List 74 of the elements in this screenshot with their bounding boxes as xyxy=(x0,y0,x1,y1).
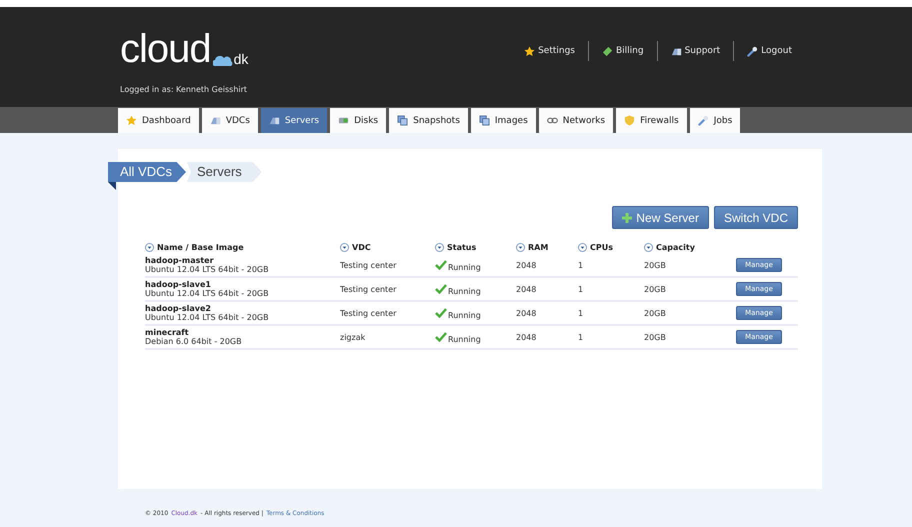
nav-tab[interactable]: Disks xyxy=(330,108,386,133)
table-cell-text: zigzak xyxy=(340,332,366,342)
cloud-icon xyxy=(212,56,233,66)
sort-icon[interactable] xyxy=(145,242,154,252)
table-cell-text: 20GB xyxy=(644,260,667,270)
table-cell-text: Testing center xyxy=(340,284,398,294)
status-text: Running xyxy=(448,263,481,272)
server-name: hadoop-slave2 xyxy=(145,304,212,313)
server-name: minecraft xyxy=(145,328,190,337)
server-name: hadoop-slave1 xyxy=(145,280,212,289)
nav-tab[interactable]: Networks xyxy=(538,108,614,133)
sort-icon[interactable] xyxy=(578,242,587,252)
server-name: hadoop-master xyxy=(145,256,215,265)
header-link[interactable]: Logout xyxy=(733,41,805,61)
column-header: Capacity xyxy=(656,242,695,252)
table-cell-text: 1 xyxy=(578,308,584,318)
windows-icon xyxy=(478,115,490,126)
nav-tab[interactable]: Firewalls xyxy=(616,108,687,133)
check-icon xyxy=(435,308,447,318)
status-text: Running xyxy=(448,287,481,296)
table-cell-text: 20GB xyxy=(644,332,667,342)
nav-tab[interactable]: Dashboard xyxy=(118,108,199,133)
windows-icon xyxy=(397,115,408,126)
breadcrumb-current: Servers xyxy=(187,162,262,182)
column-header: VDC xyxy=(352,242,371,252)
nav-tab[interactable]: Images xyxy=(470,108,536,133)
nav-tab[interactable]: VDCs xyxy=(202,108,258,133)
base-image: Ubuntu 12.04 LTS 64bit - 20GB xyxy=(145,265,270,274)
table-cell-text: 1 xyxy=(578,284,584,294)
header-link[interactable]: Billing xyxy=(588,41,657,61)
nav-tab[interactable]: Jobs xyxy=(690,108,740,133)
star-icon xyxy=(524,46,536,56)
logo-wordmark: cloud xyxy=(120,29,211,69)
table-cell-text: 20GB xyxy=(644,308,667,318)
wrench-icon xyxy=(698,115,709,126)
check-icon xyxy=(435,260,447,270)
column-header: CPUs xyxy=(590,242,613,252)
table-cell-text: Testing center xyxy=(340,308,398,318)
table-cell-text: 2048 xyxy=(516,260,538,270)
nav-tab[interactable]: Snapshots xyxy=(389,108,468,133)
breadcrumb-link[interactable]: All VDCs xyxy=(108,162,186,182)
column-header: Name / Base Image xyxy=(157,242,244,252)
logged-in-text: Logged in as: Kenneth Geisshirt xyxy=(120,85,248,94)
header-link[interactable]: Settings xyxy=(511,41,588,61)
plus-icon xyxy=(622,212,632,222)
column-header: Status xyxy=(447,242,476,252)
sort-icon[interactable] xyxy=(644,242,653,252)
status-text: Running xyxy=(448,311,481,320)
check-icon xyxy=(435,332,447,342)
base-image: Ubuntu 12.04 LTS 64bit - 20GB xyxy=(145,289,270,298)
table-cell-text: 1 xyxy=(578,332,584,342)
table-cell-text: 2048 xyxy=(516,332,538,342)
table-cell-text: 20GB xyxy=(644,284,667,294)
column-header: RAM xyxy=(528,242,548,252)
base-image: Debian 6.0 64bit - 20GB xyxy=(145,337,243,346)
table-cell-text: 1 xyxy=(578,260,584,270)
base-image: Ubuntu 12.04 LTS 64bit - 20GB xyxy=(145,313,270,322)
status-text: Running xyxy=(448,335,481,344)
link-icon xyxy=(546,117,558,124)
sort-icon[interactable] xyxy=(435,242,444,252)
header-link[interactable]: Support xyxy=(656,41,734,61)
sort-icon[interactable] xyxy=(516,242,525,252)
table-cell-text: 2048 xyxy=(516,284,538,294)
logo-suffix: dk xyxy=(234,52,248,66)
nav-tab[interactable]: Servers xyxy=(260,108,328,133)
new-server-button[interactable]: New Server xyxy=(612,206,709,229)
wrench-icon xyxy=(747,46,758,56)
star-icon xyxy=(126,115,137,126)
switch-vdc-button[interactable]: Switch VDC xyxy=(714,206,798,229)
table-cell-text: Testing center xyxy=(340,260,398,270)
check-icon xyxy=(435,284,447,294)
sort-icon[interactable] xyxy=(340,242,349,252)
table-cell-text: 2048 xyxy=(516,308,538,318)
shield-icon xyxy=(624,115,636,126)
